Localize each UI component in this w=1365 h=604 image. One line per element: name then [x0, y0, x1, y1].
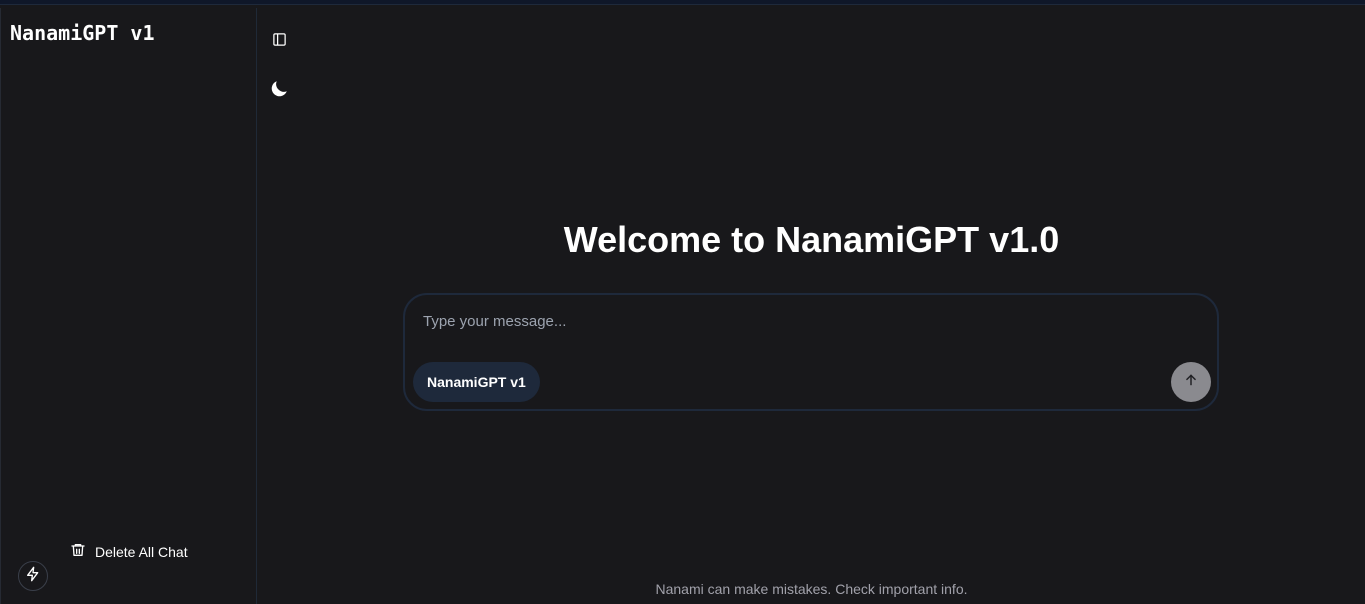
main-area: Welcome to NanamiGPT v1.0 NanamiGPT v1 N… [258, 8, 1365, 604]
bolt-button[interactable] [18, 561, 48, 591]
model-selector-button[interactable]: NanamiGPT v1 [413, 362, 540, 402]
app-title: NanamiGPT v1 [10, 21, 155, 45]
delete-all-chat-button[interactable]: Delete All Chat [70, 542, 188, 561]
sidebar: NanamiGPT v1 Delete All Chat [0, 8, 257, 604]
send-button[interactable] [1171, 362, 1211, 402]
message-input[interactable] [423, 309, 1183, 333]
delete-all-chat-label: Delete All Chat [95, 543, 188, 560]
bolt-icon [25, 566, 41, 587]
welcome-heading: Welcome to NanamiGPT v1.0 [258, 219, 1365, 261]
moon-icon [268, 81, 290, 104]
sidebar-panel-icon [272, 32, 287, 52]
sidebar-toggle-button[interactable] [270, 33, 288, 51]
disclaimer-note: Nanami can make mistakes. Check importan… [655, 581, 968, 597]
model-label: NanamiGPT v1 [427, 374, 526, 390]
message-composer: NanamiGPT v1 [403, 293, 1219, 411]
theme-toggle-button[interactable] [268, 78, 290, 100]
arrow-up-icon [1184, 373, 1198, 392]
welcome-title: Welcome to NanamiGPT v1.0 [563, 219, 1060, 260]
top-bar [0, 0, 1365, 5]
trash-icon [70, 542, 86, 561]
